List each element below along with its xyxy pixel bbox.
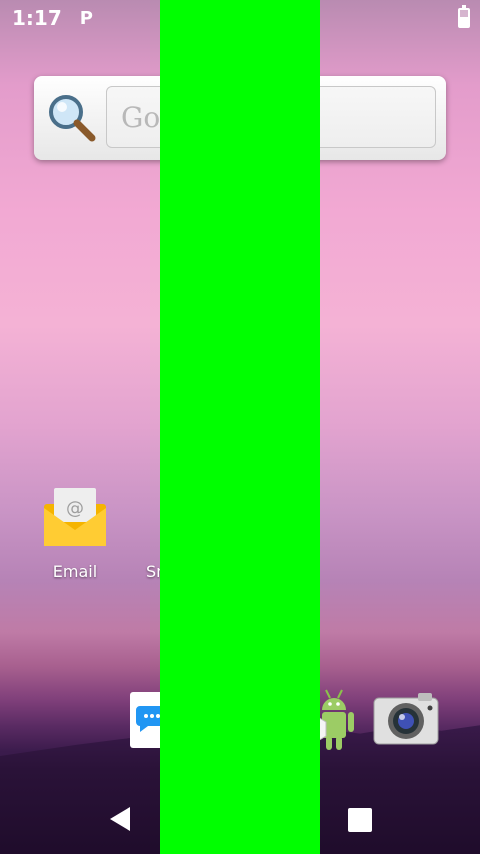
occluding-green-bar (160, 0, 320, 854)
email-app-label: Email (52, 562, 98, 581)
back-triangle-icon[interactable] (108, 806, 132, 832)
email-app[interactable]: @ Email (38, 486, 112, 581)
camera-icon[interactable] (372, 690, 440, 746)
battery-icon (458, 5, 470, 28)
magnifier-icon[interactable] (44, 90, 100, 146)
recents-square-icon[interactable] (348, 808, 372, 832)
status-time: 1:17 (12, 6, 62, 30)
notification-p-icon: P (79, 7, 93, 29)
svg-text:@: @ (66, 498, 84, 519)
email-envelope-icon: @ (44, 488, 106, 546)
